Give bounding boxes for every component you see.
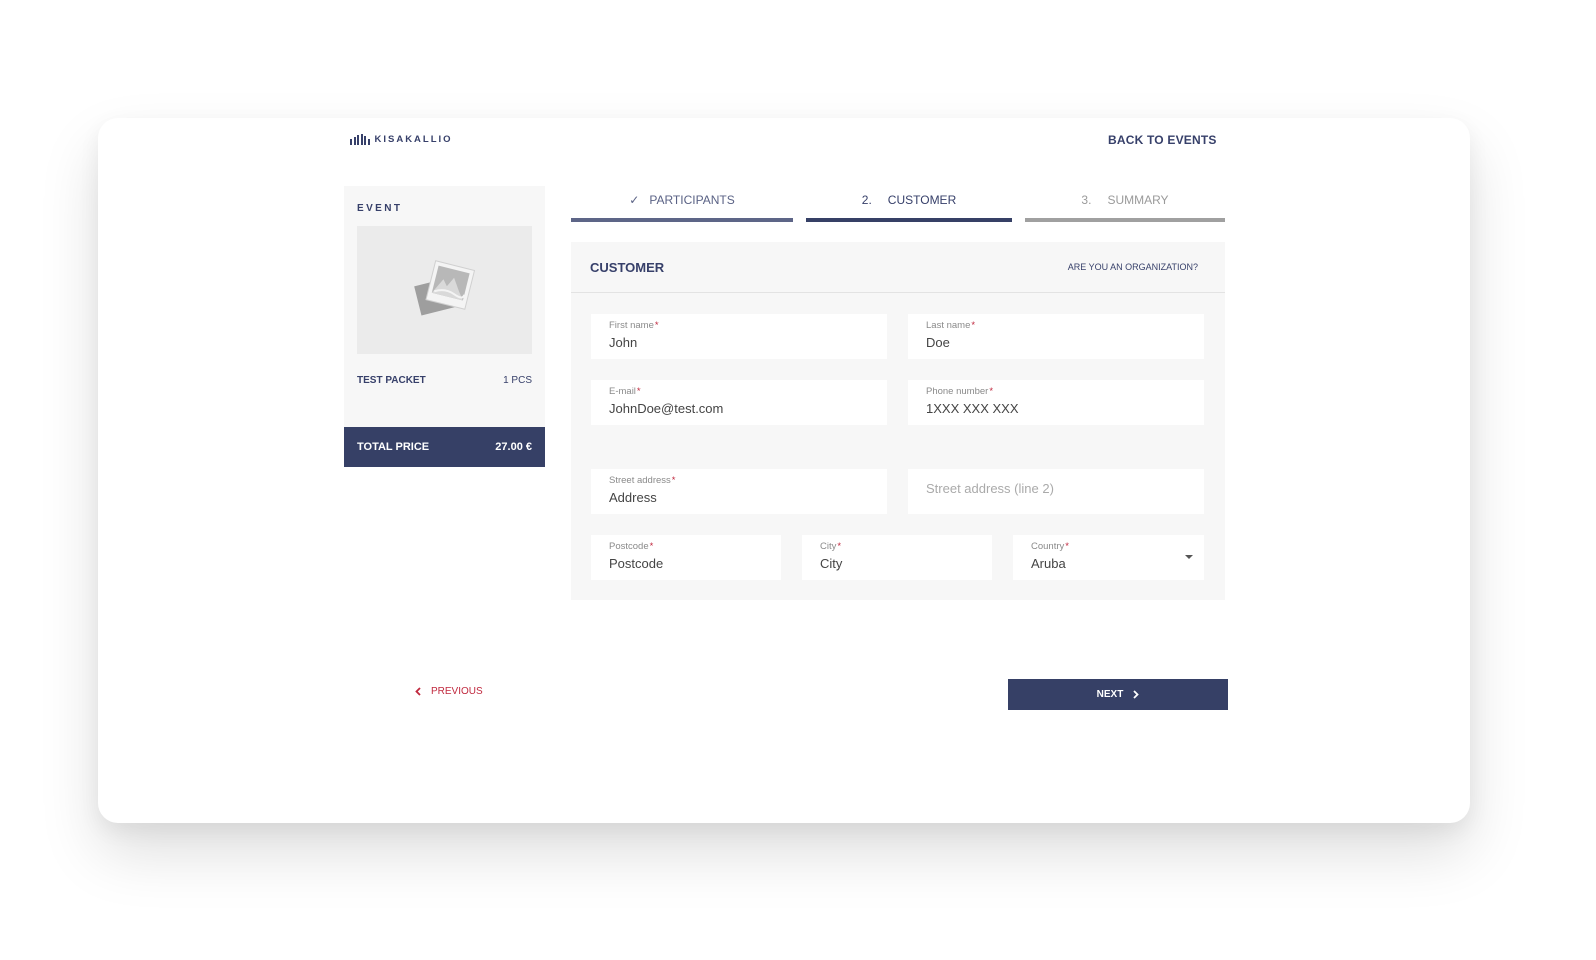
packet-row: TEST PACKET 1 PCS xyxy=(357,375,532,386)
packet-quantity: 1 PCS xyxy=(503,375,532,386)
field-label: Street address* xyxy=(609,475,676,486)
field-label: Country* xyxy=(1031,541,1069,552)
organization-link[interactable]: ARE YOU AN ORGANIZATION? xyxy=(1068,262,1198,272)
first-name-field[interactable]: First name* xyxy=(591,314,887,359)
total-price-label: TOTAL PRICE xyxy=(357,441,430,453)
step-label: CUSTOMER xyxy=(887,193,957,207)
next-label: NEXT xyxy=(1096,689,1124,700)
step-progress-bar xyxy=(1025,218,1225,222)
step-participants[interactable]: ✓ PARTICIPANTS xyxy=(571,186,793,222)
country-value[interactable] xyxy=(1031,556,1186,571)
previous-label: PREVIOUS xyxy=(431,686,483,697)
chevron-right-icon xyxy=(1133,690,1140,699)
country-select[interactable]: Country* xyxy=(1013,535,1204,580)
field-label: Phone number* xyxy=(926,386,994,397)
sidebar-title: EVENT xyxy=(357,203,403,214)
step-progress-bar xyxy=(571,218,793,222)
chevron-left-icon xyxy=(415,687,421,696)
image-placeholder-icon xyxy=(413,260,475,316)
step-summary[interactable]: 3. SUMMARY xyxy=(1025,186,1225,222)
brand-logo[interactable]: KISAKALLIO xyxy=(350,134,453,145)
last-name-field[interactable]: Last name* xyxy=(908,314,1204,359)
street-address-2-input[interactable] xyxy=(926,481,1186,496)
checkmark-icon: ✓ xyxy=(629,193,640,207)
customer-form: CUSTOMER ARE YOU AN ORGANIZATION? First … xyxy=(571,242,1225,600)
street-address-input[interactable] xyxy=(609,490,869,505)
step-progress-bar xyxy=(806,218,1012,222)
street-address-2-field[interactable] xyxy=(908,469,1204,514)
previous-button[interactable]: PREVIOUS xyxy=(415,686,483,697)
form-header: CUSTOMER ARE YOU AN ORGANIZATION? xyxy=(571,242,1225,293)
first-name-input[interactable] xyxy=(609,335,869,350)
email-input[interactable] xyxy=(609,401,869,416)
brand-name: KISAKALLIO xyxy=(374,134,453,145)
field-label: First name* xyxy=(609,320,659,331)
total-price-value: 27.00 € xyxy=(495,441,532,453)
field-label: E-mail* xyxy=(609,386,641,397)
step-label: PARTICIPANTS xyxy=(649,193,735,207)
phone-input[interactable] xyxy=(926,401,1186,416)
next-button[interactable]: NEXT xyxy=(1008,679,1228,710)
checkout-steps: ✓ PARTICIPANTS 2. CUSTOMER 3. SUMMARY xyxy=(571,186,1225,222)
step-label: SUMMARY xyxy=(1107,193,1169,207)
phone-field[interactable]: Phone number* xyxy=(908,380,1204,425)
street-address-field[interactable]: Street address* xyxy=(591,469,887,514)
city-field[interactable]: City* xyxy=(802,535,992,580)
email-field[interactable]: E-mail* xyxy=(591,380,887,425)
step-number: 3. xyxy=(1081,193,1092,207)
packet-name: TEST PACKET xyxy=(357,375,426,386)
last-name-input[interactable] xyxy=(926,335,1186,350)
event-image xyxy=(357,226,532,354)
field-label: City* xyxy=(820,541,842,552)
caret-down-icon[interactable] xyxy=(1185,555,1193,559)
step-number: 2. xyxy=(861,193,872,207)
back-to-events-link[interactable]: BACK TO EVENTS xyxy=(1108,133,1217,147)
city-input[interactable] xyxy=(820,556,974,571)
postcode-field[interactable]: Postcode* xyxy=(591,535,781,580)
form-title: CUSTOMER xyxy=(590,259,665,275)
total-price-bar: TOTAL PRICE 27.00 € xyxy=(344,427,545,467)
postcode-input[interactable] xyxy=(609,556,763,571)
step-customer[interactable]: 2. CUSTOMER xyxy=(806,186,1012,222)
event-sidebar: EVENT TEST PACKET 1 PCS TOTAL PRICE 27.0… xyxy=(344,186,545,467)
field-label: Postcode* xyxy=(609,541,654,552)
logo-bars-icon xyxy=(350,134,370,145)
field-label: Last name* xyxy=(926,320,976,331)
